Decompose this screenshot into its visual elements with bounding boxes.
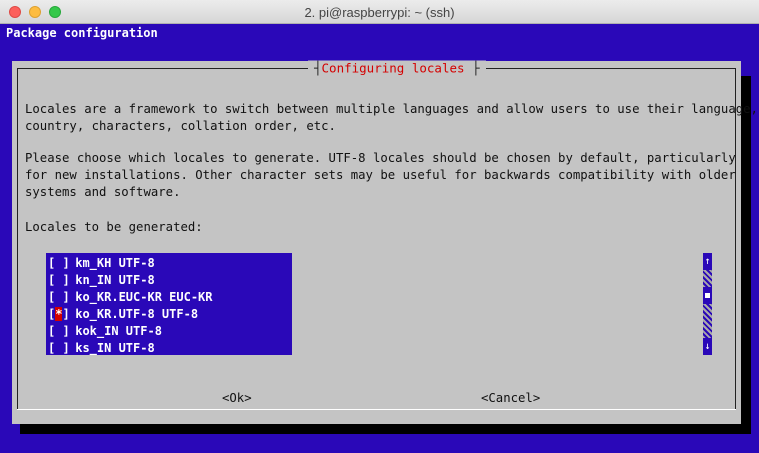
dialog-title: Configuring locales [308, 60, 486, 76]
package-configuration-header: Package configuration [6, 26, 158, 40]
locale-label: ks_IN UTF-8 [75, 341, 155, 355]
locale-item[interactable]: [ ] kok_IN UTF-8 [46, 323, 292, 340]
scroll-track[interactable] [703, 321, 712, 338]
locale-label: ko_KR.EUC-KR EUC-KR [75, 290, 213, 304]
checkbox[interactable]: [ ] [48, 289, 70, 306]
scroll-thumb[interactable] [703, 287, 712, 304]
locale-item[interactable]: [ ] ko_KR.EUC-KR EUC-KR [46, 289, 292, 306]
checkbox[interactable]: [ ] [48, 272, 70, 289]
locale-label: km_KH UTF-8 [75, 256, 155, 270]
configuring-locales-dialog: Configuring locales Locales are a framew… [12, 60, 758, 424]
checkbox-checked[interactable]: [*] [48, 306, 70, 323]
locale-label: kn_IN UTF-8 [75, 273, 155, 287]
locales-list-label: Locales to be generated: [25, 220, 203, 234]
terminal[interactable]: Package configuration Configuring locale… [0, 24, 759, 453]
intro-paragraph: Locales are a framework to switch betwee… [25, 102, 758, 133]
checkbox[interactable]: [ ] [48, 323, 70, 340]
scroll-track[interactable] [703, 304, 712, 321]
checkbox[interactable]: [ ] [48, 340, 70, 357]
locale-item[interactable]: [ ] kn_IN UTF-8 [46, 272, 292, 289]
window-title: 2. pi@raspberrypi: ~ (ssh) [304, 5, 455, 20]
dialog-shadow-bottom [20, 424, 751, 434]
scroll-track[interactable] [703, 270, 712, 287]
dialog-title-text: Configuring locales [321, 60, 465, 76]
checkbox[interactable]: [ ] [48, 255, 70, 272]
locale-label: ko_KR.UTF-8 UTF-8 [75, 307, 199, 321]
locale-item[interactable]: [ ] ks_IN UTF-8 [46, 340, 292, 357]
scroll-up-icon[interactable]: ↑ [703, 253, 712, 270]
window-titlebar: 2. pi@raspberrypi: ~ (ssh) [0, 0, 759, 24]
locales-checklist[interactable]: [ ] km_KH UTF-8 [ ] kn_IN UTF-8 [ ] ko_K… [46, 253, 292, 355]
ok-button[interactable]: <Ok> [222, 391, 252, 405]
locale-item-selected[interactable]: [*] ko_KR.UTF-8 UTF-8 [46, 306, 292, 323]
list-scrollbar[interactable]: ↑ ↓ [703, 253, 712, 355]
locale-label: kok_IN UTF-8 [75, 324, 162, 338]
checked-mark: * [55, 307, 63, 321]
locale-item[interactable]: [ ] km_KH UTF-8 [46, 255, 292, 272]
scroll-down-icon[interactable]: ↓ [703, 338, 712, 355]
instructions-paragraph: Please choose which locales to generate.… [25, 151, 736, 199]
cancel-button[interactable]: <Cancel> [481, 391, 540, 405]
